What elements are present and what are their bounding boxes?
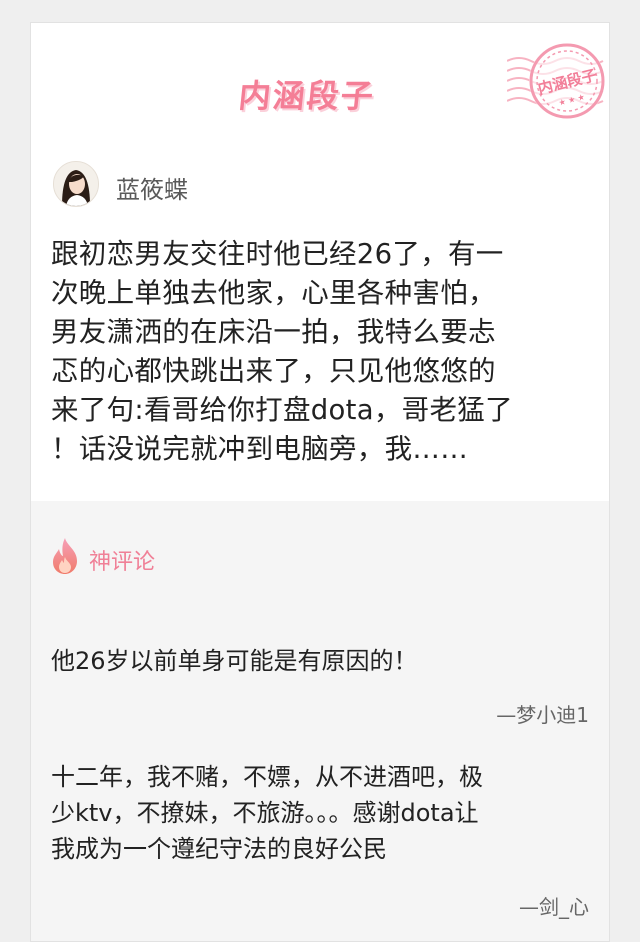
flame-icon — [53, 538, 77, 574]
post-line: 忑的心都快跳出来了，只见他悠悠的 — [51, 355, 496, 387]
user-avatar[interactable] — [53, 161, 99, 207]
hot-comments-label: 神评论 — [89, 550, 156, 575]
comment-line: 他26岁以前单身可能是有原因的！ — [51, 647, 418, 675]
comment-line: 十二年，我不赌，不嫖，从不进酒吧，极 — [51, 763, 483, 791]
post-line: 次晚上单独去他家，心里各种害怕， — [51, 277, 496, 309]
header: 内涵段子 内涵段子 ★ ★ ★ — [31, 23, 609, 143]
comment-line: 少ktv，不撩妹，不旅游。。。感谢dota让 — [51, 799, 479, 827]
comment-line: 我成为一个遵纪守法的良好公民 — [51, 835, 387, 863]
comments-section: 神评论 他26岁以前单身可能是有原因的！ —梦小迪1 十二年，我不赌，不嫖，从不… — [31, 501, 609, 941]
hot-comments-header: 神评论 — [51, 537, 351, 577]
brand-title: 内涵段子 — [236, 77, 377, 115]
author-name[interactable]: 蓝筱蝶 — [116, 170, 188, 205]
postmark-stamp-icon: 内涵段子 ★ ★ ★ — [507, 43, 605, 119]
comment-text: 十二年，我不赌，不嫖，从不进酒吧，极 少ktv，不撩妹，不旅游。。。感谢dota… — [51, 759, 591, 867]
comment-author[interactable]: —剑_心 — [519, 891, 589, 920]
post-card: 内涵段子 内涵段子 ★ ★ ★ 蓝筱蝶 跟初恋男友交往时他已经26了，有一 次晚… — [30, 22, 610, 942]
post-line: 男友潇洒的在床沿一拍，我特么要忐 — [51, 316, 496, 348]
post-line: 来了句:看哥给你打盘dota，哥老猛了 — [51, 394, 513, 426]
post-content: 跟初恋男友交往时他已经26了，有一 次晚上单独去他家，心里各种害怕， 男友潇洒的… — [51, 235, 591, 469]
post-line: 跟初恋男友交往时他已经26了，有一 — [51, 238, 504, 270]
post-author[interactable]: 蓝筱蝶 — [53, 161, 593, 211]
comment-author[interactable]: —梦小迪1 — [496, 699, 589, 728]
comment-text: 他26岁以前单身可能是有原因的！ — [51, 643, 591, 679]
post-line: ！话没说完就冲到电脑旁，我…… — [51, 433, 468, 465]
